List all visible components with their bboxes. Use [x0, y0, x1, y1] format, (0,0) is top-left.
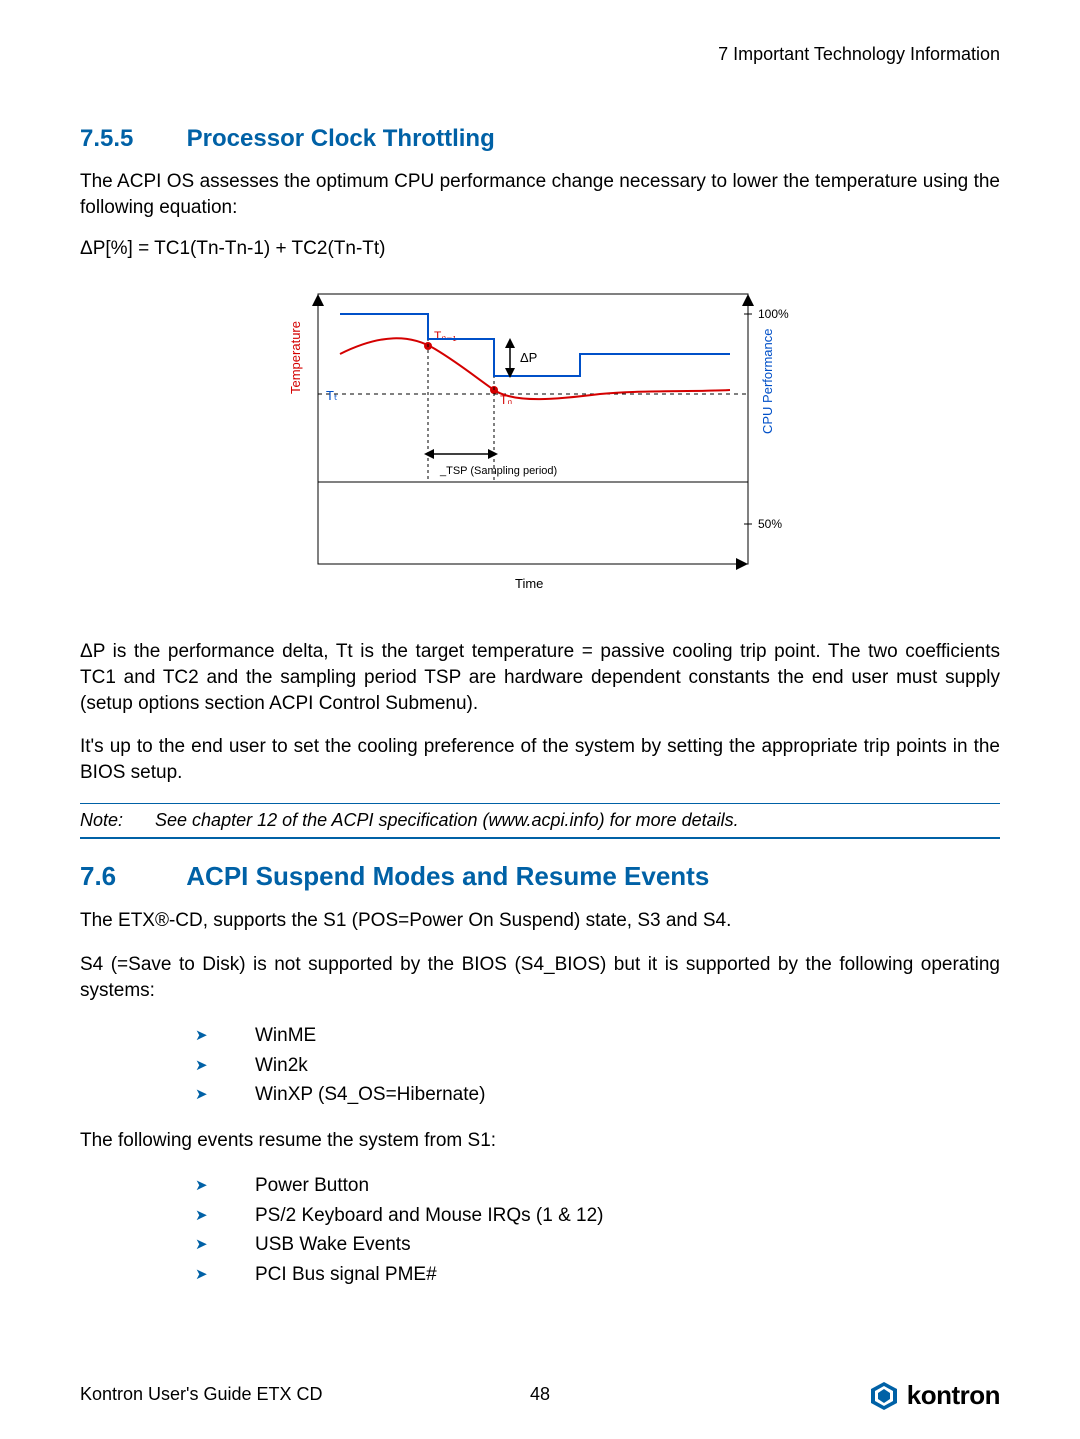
heading-76: 7.6 ACPI Suspend Modes and Resume Events: [80, 861, 1000, 892]
note-box: Note: See chapter 12 of the ACPI specifi…: [80, 803, 1000, 839]
heading-755-number: 7.5.5: [80, 125, 180, 153]
note-label: Note:: [80, 810, 150, 831]
label-tsp: _TSP (Sampling period): [439, 465, 557, 477]
para-755-3: It's up to the end user to set the cooli…: [80, 734, 1000, 785]
para-755-2: ΔP is the performance delta, Tt is the t…: [80, 639, 1000, 716]
footer-left: Kontron User's Guide ETX CD: [80, 1384, 323, 1404]
heading-76-title: ACPI Suspend Modes and Resume Events: [186, 861, 709, 891]
page-footer: Kontron User's Guide ETX CD 48 kontron: [80, 1384, 1000, 1405]
list-os: WinME Win2k WinXP (S4_OS=Hibernate): [80, 1021, 1000, 1109]
list-item: Power Button: [80, 1171, 1000, 1200]
list-item: WinME: [80, 1021, 1000, 1050]
series-temperature: [340, 339, 730, 400]
para-755-1: The ACPI OS assesses the optimum CPU per…: [80, 169, 1000, 220]
equation-dp: ΔP[%] = TC1(Tn-Tn-1) + TC2(Tn-Tt): [80, 238, 1000, 260]
para-76-1: The ETX®-CD, supports the S1 (POS=Power …: [80, 908, 1000, 934]
label-tn: Tₙ: [500, 393, 512, 407]
footer-logo: kontron: [869, 1380, 1000, 1411]
list-item: WinXP (S4_OS=Hibernate): [80, 1080, 1000, 1109]
note-text: See chapter 12 of the ACPI specification…: [155, 810, 739, 830]
x-axis-label: Time: [515, 576, 543, 591]
para-76-3: The following events resume the system f…: [80, 1128, 1000, 1154]
figure-throttling: Temperature CPU Performance Time 100% 50…: [80, 284, 1000, 609]
left-axis-label: Temperature: [288, 321, 303, 394]
heading-755-title: Processor Clock Throttling: [187, 125, 495, 152]
list-resume-events: Power Button PS/2 Keyboard and Mouse IRQ…: [80, 1171, 1000, 1289]
throttling-chart-svg: Temperature CPU Performance Time 100% 50…: [260, 284, 820, 604]
running-header: 7 Important Technology Information: [80, 44, 1000, 65]
tick-100: 100%: [758, 307, 789, 321]
series-performance: [340, 314, 730, 376]
label-tn1: Tₙ₋₁: [434, 329, 457, 343]
footer-brand-text: kontron: [907, 1380, 1000, 1411]
list-item: PS/2 Keyboard and Mouse IRQs (1 & 12): [80, 1201, 1000, 1230]
list-item: Win2k: [80, 1051, 1000, 1080]
kontron-logo-icon: [869, 1381, 899, 1411]
label-tt: Tₜ: [326, 388, 338, 403]
list-item: USB Wake Events: [80, 1230, 1000, 1259]
heading-76-number: 7.6: [80, 861, 180, 892]
right-axis-label: CPU Performance: [760, 329, 775, 434]
list-item: PCI Bus signal PME#: [80, 1260, 1000, 1289]
tick-50: 50%: [758, 517, 782, 531]
heading-755: 7.5.5 Processor Clock Throttling: [80, 125, 1000, 153]
para-76-2: S4 (=Save to Disk) is not supported by t…: [80, 952, 1000, 1003]
label-dp: ΔP: [520, 350, 537, 365]
footer-page-number: 48: [530, 1384, 550, 1405]
